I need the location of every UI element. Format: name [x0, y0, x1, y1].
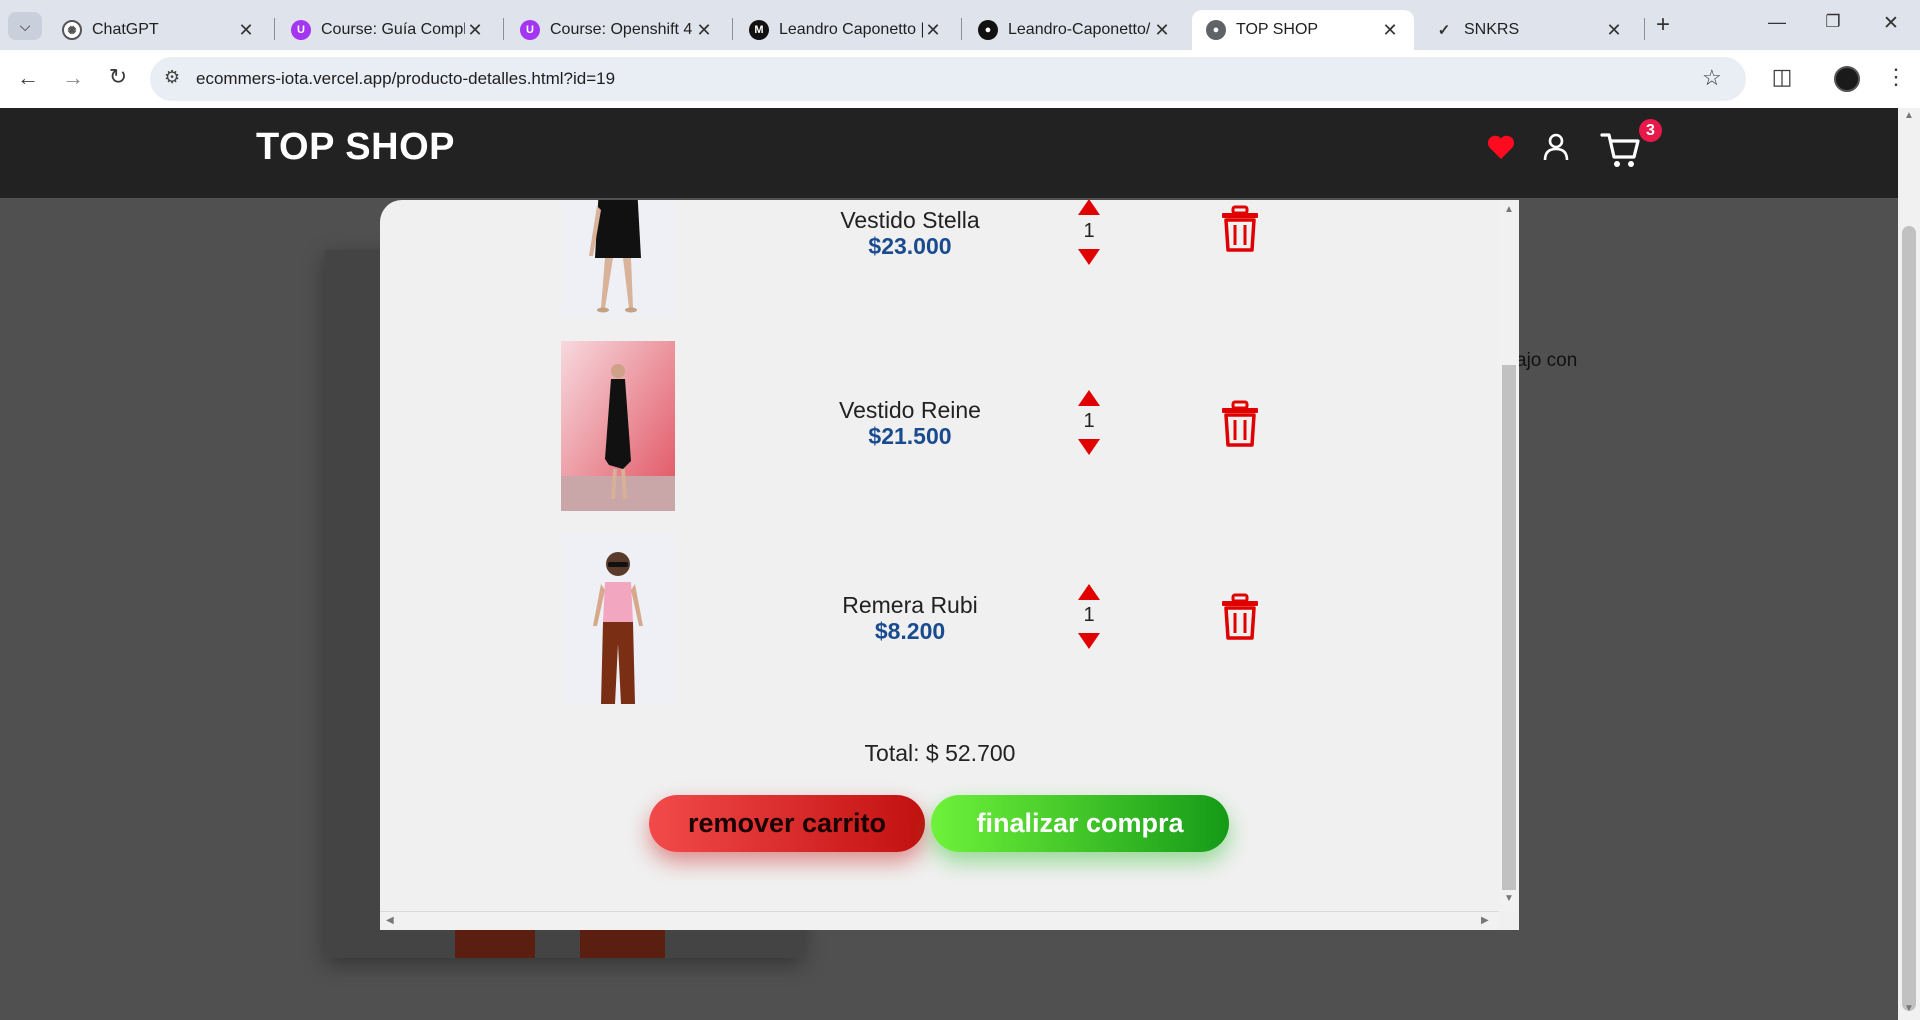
minimize-icon[interactable]: — [1762, 12, 1792, 33]
reload-icon[interactable]: ↻ [102, 64, 134, 90]
modal-scrollbar-thumb[interactable] [1502, 365, 1516, 890]
page-scrollbar-thumb[interactable] [1902, 226, 1916, 1011]
qty-increase-icon[interactable] [1078, 200, 1100, 215]
browser-toolbar: ← → ↻ ⚙ ecommers-iota.vercel.app/product… [0, 50, 1920, 108]
profile-avatar[interactable] [1834, 66, 1860, 92]
favorites-heart-icon[interactable] [1487, 134, 1515, 160]
cart-item: Vestido Stella $23.000 1 [380, 200, 1500, 316]
close-icon[interactable]: ✕ [1604, 20, 1624, 41]
github-icon: ● [978, 20, 998, 40]
product-image [561, 200, 675, 316]
user-icon[interactable] [1542, 132, 1570, 162]
cart-icon[interactable] [1600, 130, 1642, 170]
qty-increase-icon[interactable] [1078, 390, 1100, 406]
cart-total: Total: $ 52.700 [864, 740, 1016, 766]
close-icon[interactable]: ✕ [1380, 20, 1400, 41]
new-tab-icon[interactable]: + [1648, 12, 1678, 40]
menu-kebab-icon[interactable]: ⋮ [1880, 64, 1912, 90]
cart-item: Vestido Reine $21.500 1 [380, 341, 1500, 511]
tab-search-button[interactable]: ⌵ [8, 12, 42, 40]
qty-value: 1 [1083, 604, 1095, 626]
udemy-icon: U [291, 20, 311, 40]
product-description-text: ajo con [1516, 350, 1578, 371]
product-image [561, 534, 675, 704]
close-icon[interactable]: ✕ [694, 20, 714, 41]
close-icon[interactable]: ✕ [1152, 20, 1172, 41]
trash-icon[interactable] [1220, 593, 1260, 641]
tab-label: Course: Openshift 4 c [550, 21, 694, 38]
checkout-button[interactable]: finalizar compra [931, 795, 1229, 852]
product-image [561, 341, 675, 511]
tab-top-shop[interactable]: ● TOP SHOP ✕ [1192, 10, 1414, 50]
qty-decrease-icon[interactable] [1078, 249, 1100, 265]
bookmark-star-icon[interactable]: ☆ [1702, 65, 1722, 91]
remove-cart-button[interactable]: remover carrito [649, 795, 925, 852]
address-bar[interactable]: ⚙ ecommers-iota.vercel.app/producto-deta… [150, 57, 1746, 101]
modal-scrollbar[interactable]: ▲ ▼ [1499, 200, 1519, 911]
tab-label: TOP SHOP [1236, 21, 1319, 38]
extensions-icon[interactable]: ◫ [1766, 64, 1798, 90]
globe-icon: ● [1206, 20, 1226, 40]
qty-value: 1 [1083, 220, 1095, 242]
qty-decrease-icon[interactable] [1078, 633, 1100, 649]
window-close-icon[interactable]: ✕ [1876, 12, 1906, 35]
tab-label: Leandro Caponetto | [779, 21, 923, 38]
trash-icon[interactable] [1220, 400, 1260, 448]
forward-arrow-icon[interactable]: → [57, 65, 89, 91]
site-info-icon[interactable]: ⚙ [164, 67, 180, 88]
qty-decrease-icon[interactable] [1078, 439, 1100, 455]
cart-count-badge: 3 [1639, 119, 1662, 142]
tab-snkrs[interactable]: ✓ SNKRS ✕ [1420, 10, 1638, 50]
site-header: TOP SHOP 3 [0, 108, 1898, 198]
udemy-icon: U [520, 20, 540, 40]
qty-increase-icon[interactable] [1078, 584, 1100, 600]
close-icon[interactable]: ✕ [236, 20, 256, 41]
chatgpt-icon: ✺ [62, 20, 82, 40]
close-icon[interactable]: ✕ [923, 20, 943, 41]
url-text[interactable]: ecommers-iota.vercel.app/producto-detall… [196, 69, 615, 89]
tab-label: ChatGPT [92, 21, 159, 38]
tab-udemy-openshift[interactable]: U Course: Openshift 4 c ✕ [506, 10, 728, 50]
tab-chatgpt[interactable]: ✺ ChatGPT ✕ [48, 10, 270, 50]
site-logo[interactable]: TOP SHOP [256, 126, 455, 169]
cart-item: Remera Rubi $8.200 1 [380, 534, 1500, 704]
cart-modal: Vestido Stella $23.000 1 Vestido Reine $… [380, 200, 1519, 930]
qty-value: 1 [1083, 410, 1095, 432]
trash-icon[interactable] [1220, 205, 1260, 253]
back-arrow-icon[interactable]: ← [12, 65, 44, 91]
tab-github[interactable]: ● Leandro-Caponetto/ ✕ [964, 10, 1186, 50]
medium-icon: M [749, 20, 769, 40]
tab-label: Course: Guía Comple [321, 21, 465, 38]
restore-icon[interactable]: ❐ [1818, 12, 1848, 32]
tab-medium[interactable]: M Leandro Caponetto | ✕ [735, 10, 957, 50]
nike-icon: ✓ [1437, 22, 1451, 39]
tab-label: SNKRS [1464, 21, 1520, 38]
close-icon[interactable]: ✕ [465, 20, 485, 41]
modal-horizontal-scrollbar[interactable]: ◀ ▶ [380, 911, 1499, 930]
browser-tab-strip: ⌵ ✺ ChatGPT ✕ U Course: Guía Comple ✕ U … [0, 0, 1920, 50]
tab-label: Leandro-Caponetto/ [1008, 21, 1151, 38]
tab-udemy-guia[interactable]: U Course: Guía Comple ✕ [277, 10, 499, 50]
page-scrollbar[interactable]: ▲ ▼ [1898, 108, 1920, 1020]
